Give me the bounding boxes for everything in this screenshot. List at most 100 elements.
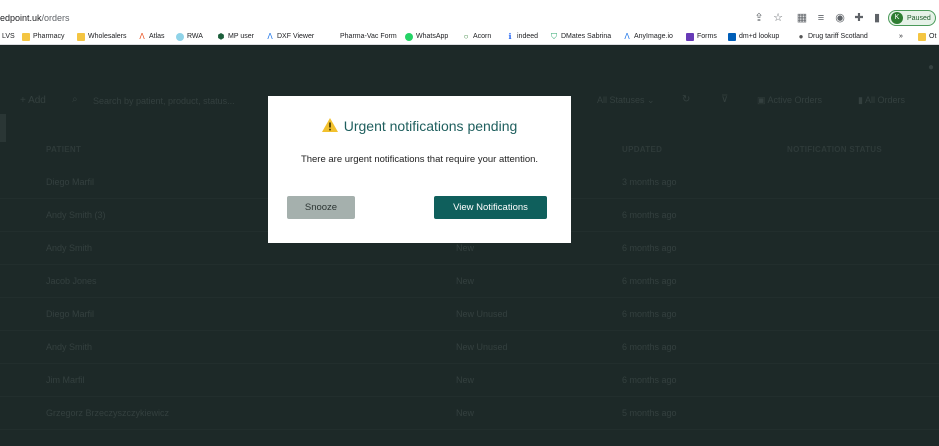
shield-icon: ⛉	[551, 32, 557, 41]
bookmark-label: Acorn	[473, 33, 492, 40]
urgent-notifications-modal: Urgent notifications pending There are u…	[268, 96, 571, 243]
patient-cell: Jim Marfil	[46, 375, 85, 385]
patient-cell: Grzegorz Brzeczyszczykiewicz	[46, 408, 170, 418]
user-icon[interactable]: ●	[928, 62, 934, 73]
updated-cell: 3 months ago	[622, 177, 677, 187]
search-icon: ⌕	[72, 94, 78, 105]
bookmark-label: Pharmacy	[33, 33, 65, 40]
folder-icon	[77, 33, 85, 41]
side-panel-icon[interactable]: ▮	[870, 12, 884, 24]
updated-cell: 6 months ago	[622, 243, 677, 253]
bookmark-label: AnyImage.io	[634, 33, 673, 40]
url-field[interactable]: edpoint.uk/orders	[0, 12, 70, 24]
bookmark-pharmacy[interactable]: Pharmacy	[22, 32, 65, 42]
refresh-icon[interactable]: ↻	[682, 94, 690, 105]
warning-icon	[321, 118, 338, 132]
bookmark-label: dm+d lookup	[739, 33, 780, 40]
bookmark-label: indeed	[517, 33, 539, 40]
add-label: Add	[28, 95, 46, 106]
search-input[interactable]: Search by patient, product, status...	[93, 96, 235, 106]
bookmark-forms[interactable]: Forms	[686, 32, 717, 42]
bookmark-drug-tariff[interactable]: ● Drug tariff Scotland	[797, 32, 868, 42]
anyimage-icon: Λ	[624, 32, 630, 41]
bookmark-indeed[interactable]: ℹ indeed	[506, 32, 538, 42]
add-button[interactable]: + Add	[20, 95, 46, 106]
table-row[interactable]: Jim Marfil New 6 months ago	[0, 364, 939, 397]
dxf-icon: Λ	[267, 32, 273, 41]
folder-icon	[22, 33, 30, 41]
table-row[interactable]: Andy Smith New Unused 6 months ago	[0, 331, 939, 364]
atlas-icon: Λ	[139, 32, 145, 41]
bookmark-label: DXF Viewer	[277, 33, 315, 40]
globe-icon: ●	[798, 32, 804, 41]
bookmark-mp-user[interactable]: ⬢ MP user	[217, 32, 254, 42]
patient-cell: Diego Marfil	[46, 177, 95, 187]
bookmark-label: Ot	[929, 33, 937, 40]
active-orders-label: Active Orders	[767, 95, 823, 105]
bookmark-whatsapp[interactable]: WhatsApp	[405, 32, 448, 42]
column-header-patient[interactable]: PATIENT	[46, 145, 81, 154]
bookmark-other[interactable]: Ot	[918, 32, 936, 42]
modal-title: Urgent notifications pending	[268, 118, 571, 134]
bookmark-dmd-lookup[interactable]: dm+d lookup	[728, 32, 779, 42]
bookmark-label: Drug tariff Scotland	[808, 33, 868, 40]
bookmark-label: MP user	[228, 33, 254, 40]
bookmark-label: WhatsApp	[416, 33, 449, 40]
table-row[interactable]: Grzegorz Brzeczyszczykiewicz New 5 month…	[0, 397, 939, 430]
bookmark-pharma-vac[interactable]: Pharma-Vac Form	[340, 32, 397, 42]
bookmark-label: »	[899, 33, 903, 40]
globe-icon	[176, 33, 184, 41]
bookmark-label: LVS	[2, 33, 15, 40]
bookmark-dxf-viewer[interactable]: Λ DXF Viewer	[266, 32, 314, 42]
bookmark-atlas[interactable]: Λ Atlas	[138, 32, 165, 42]
active-orders-button[interactable]: ▣ Active Orders	[757, 95, 822, 106]
avatar: K	[891, 12, 903, 24]
map-pin-icon: ⬢	[217, 32, 225, 41]
extension-circle-icon[interactable]: ◉	[833, 12, 847, 24]
updated-cell: 5 months ago	[622, 408, 677, 418]
url-host: edpoint.uk	[0, 13, 42, 23]
updated-cell: 6 months ago	[622, 210, 677, 220]
extension-grid-icon[interactable]: ▦	[795, 12, 809, 24]
all-orders-button[interactable]: ▮ All Orders	[858, 95, 905, 106]
updated-cell: 6 months ago	[622, 309, 677, 319]
share-icon[interactable]: ⇪	[752, 12, 766, 24]
bookmark-star-icon[interactable]: ☆	[771, 12, 785, 24]
profile-button[interactable]: K Paused	[888, 10, 936, 26]
snooze-button[interactable]: Snooze	[287, 196, 355, 219]
view-notifications-button[interactable]: View Notifications	[434, 196, 547, 219]
whatsapp-icon	[405, 33, 413, 41]
table-row[interactable]: Jacob Jones New 6 months ago	[0, 265, 939, 298]
status-cell: New	[456, 276, 475, 286]
modal-title-text: Urgent notifications pending	[343, 118, 518, 134]
extension-list-icon[interactable]: ≡	[814, 12, 828, 24]
bookmark-label: RWA	[187, 33, 203, 40]
bookmark-label: Atlas	[149, 33, 165, 40]
patient-cell: Andy Smith	[46, 342, 93, 352]
bookmark-label: DMates Sabrina	[561, 33, 612, 40]
bookmarks-overflow[interactable]: »	[899, 32, 903, 42]
patient-cell: Diego Marfil	[46, 309, 95, 319]
dmd-icon	[728, 33, 736, 41]
bookmark-rwa[interactable]: RWA	[176, 32, 203, 42]
column-header-notification-status[interactable]: NOTIFICATION STATUS	[787, 145, 882, 154]
url-path: /orders	[41, 13, 70, 23]
bookmark-anyimage[interactable]: Λ AnyImage.io	[623, 32, 673, 42]
bookmark-dmates[interactable]: ⛉ DMates Sabrina	[550, 32, 611, 42]
sidebar-collapsed[interactable]	[0, 114, 6, 142]
column-header-updated[interactable]: UPDATED	[622, 145, 662, 154]
bookmark-acorn[interactable]: ○ Acorn	[462, 32, 492, 42]
table-row[interactable]: Diego Marfil New Unused 6 months ago	[0, 298, 939, 331]
status-filter-label: All Statuses	[597, 95, 645, 105]
status-cell: New	[456, 408, 475, 418]
patient-cell: Andy Smith (3)	[46, 210, 106, 220]
bookmark-wholesalers[interactable]: Wholesalers	[77, 32, 127, 42]
updated-cell: 6 months ago	[622, 375, 677, 385]
patient-cell: Jacob Jones	[46, 276, 97, 286]
filter-clear-icon[interactable]: ⊽	[721, 94, 728, 105]
status-cell: New Unused	[456, 342, 508, 352]
bookmark-lvs[interactable]: LVS	[2, 32, 15, 42]
status-cell: New	[456, 375, 475, 385]
puzzle-icon[interactable]: ✚	[852, 12, 866, 24]
status-filter[interactable]: All Statuses ⌄	[597, 95, 655, 106]
